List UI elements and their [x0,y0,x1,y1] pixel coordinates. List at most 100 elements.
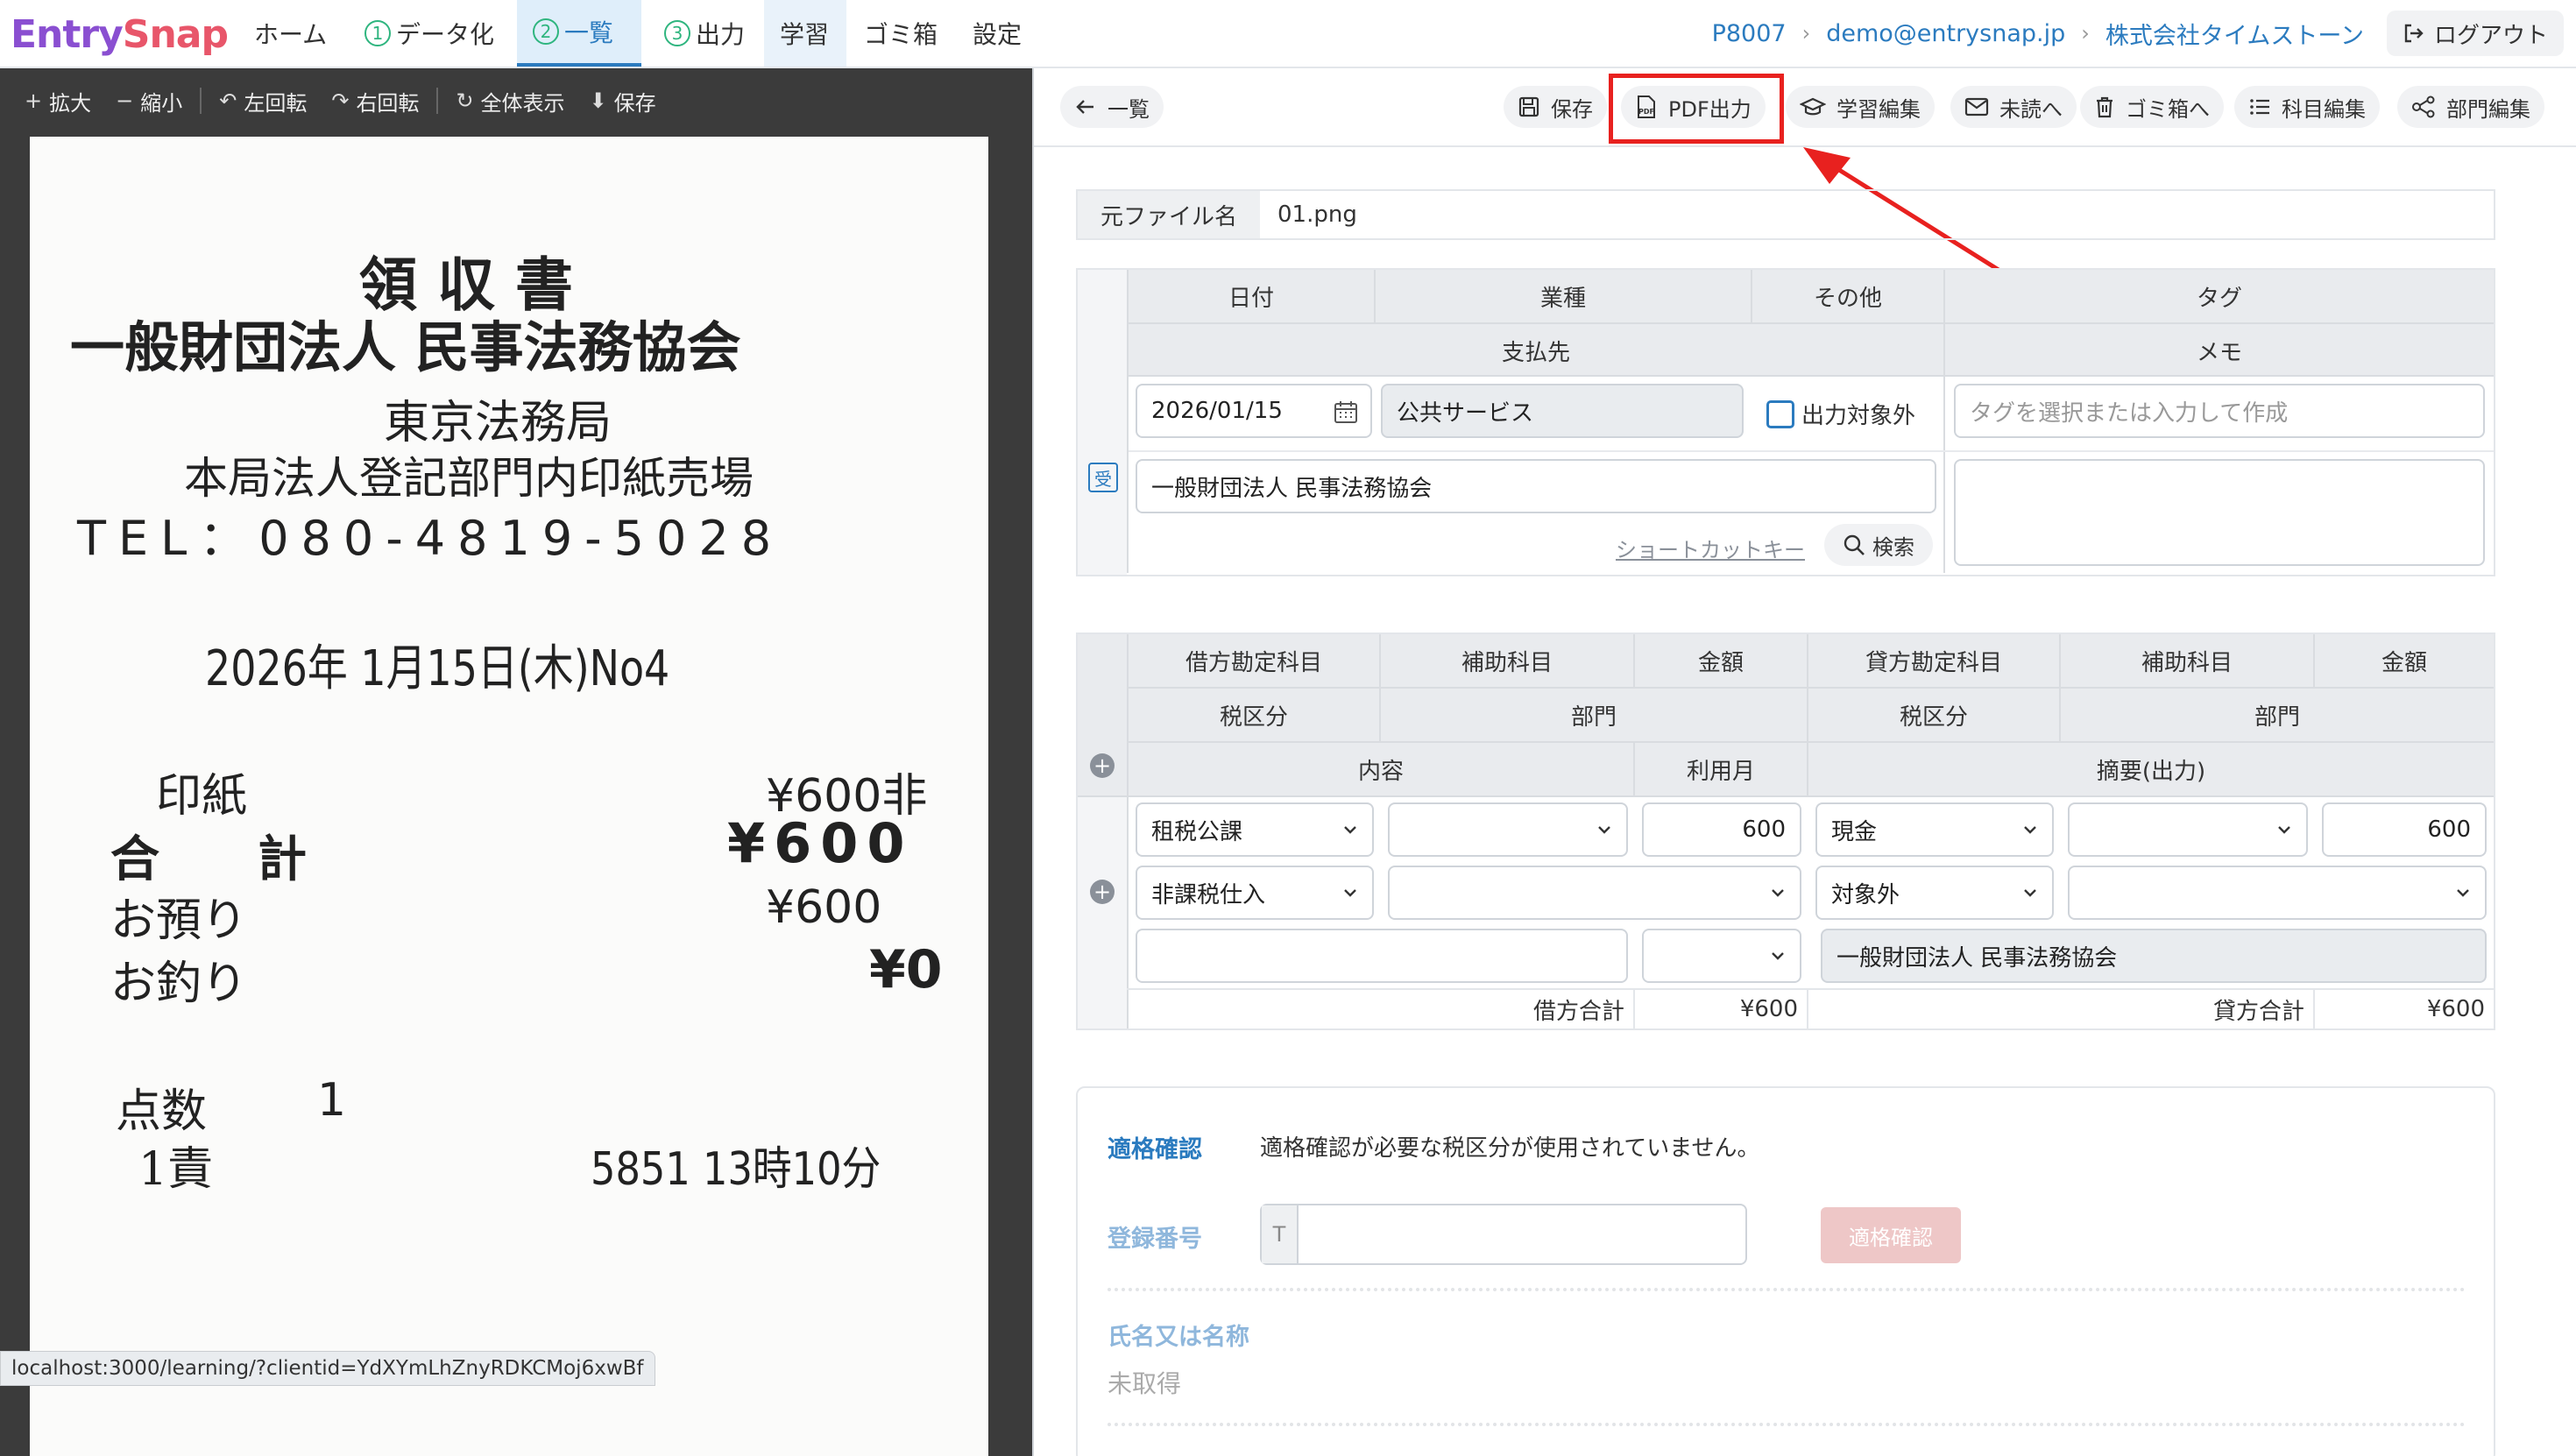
debit-account-select[interactable]: 租税公課 [1136,802,1374,857]
shortcut-key-link[interactable]: ショートカットキー [1616,533,1805,563]
refresh-icon: ↻ [456,88,474,113]
credit-amount-header: 金額 [2381,649,2427,676]
receipt-date: 2026年 1月15日(木)No4 [205,640,670,697]
hierarchy-icon [2412,95,2435,118]
department-edit-button[interactable]: 部門編集 [2397,86,2544,128]
rotate-left-label: 左回転 [244,90,308,116]
rotate-right-button[interactable]: ↷ 右回転 [319,79,431,123]
chevron-down-icon [1772,952,1784,960]
graduation-cap-icon [1800,97,1826,116]
brand-part-2: Snap [122,11,229,57]
usage-month-header: 利用月 [1686,758,1755,785]
exclude-output-checkbox[interactable]: 出力対象外 [1766,398,1915,430]
nav-settings[interactable]: 設定 [957,0,1037,67]
credit-account-select[interactable]: 現金 [1815,802,2054,857]
receipt-paid: ¥600 [766,881,882,934]
search-button[interactable]: 検索 [1824,524,1933,566]
zoom-in-button[interactable]: + 拡大 [12,79,103,123]
calendar-icon[interactable] [1334,399,1358,424]
viewer-toolbar: + 拡大 − 縮小 ↶ 左回転 ↷ 右回転 ↻ 全体表示 ⬇ 保存 [0,68,1032,133]
breadcrumb-client[interactable]: P8007 [1712,20,1787,47]
divider [1943,270,1945,573]
debit-amount-header: 金額 [1697,649,1744,676]
rotate-left-button[interactable]: ↶ 左回転 [207,79,319,123]
industry-field[interactable]: 公共サービス [1381,384,1744,438]
divider [1129,450,2494,452]
credit-account-value: 現金 [1831,818,1878,845]
debit-dept-header: 部門 [1570,703,1617,731]
nav-step2[interactable]: 2 一覧 [517,0,641,67]
credit-dept-select[interactable] [2068,866,2487,920]
debit-subaccount-select[interactable] [1388,802,1628,857]
zoom-out-button[interactable]: − 縮小 [103,79,195,123]
envelope-icon [1964,97,1989,117]
debit-amount-input[interactable]: 600 [1642,802,1801,857]
receipt-tel: TEL：080-4819-5028 [77,511,784,566]
receipt-viewer: + 拡大 − 縮小 ↶ 左回転 ↷ 右回転 ↻ 全体表示 ⬇ 保存 領 収 書 一般財団法人… [0,68,1032,1456]
payee-input[interactable]: 一般財団法人 民事法務協会 [1136,459,1936,513]
qualify-message: 適格確認が必要な税区分が使用されていません。 [1260,1135,1760,1162]
credit-tax-header: 税区分 [1899,703,1968,731]
credit-subaccount-header: 補助科目 [2141,649,2233,676]
nav-step2-label: 一覧 [564,18,614,47]
chevron-down-icon [2024,889,2036,897]
registration-number-input[interactable]: T [1260,1204,1747,1265]
qualify-check-button[interactable]: 適格確認 [1821,1207,1961,1263]
add-row-icon[interactable]: + [1090,880,1115,904]
search-label: 検索 [1872,534,1914,560]
credit-subaccount-select[interactable] [2068,802,2308,857]
credit-tax-select[interactable]: 対象外 [1815,866,2054,920]
status-url-bar: localhost:3000/learning/?clientid=YdXYmL… [0,1351,655,1386]
chevron-down-icon [1344,826,1356,834]
summary-output-field[interactable]: 一般財団法人 民事法務協会 [1821,929,2487,983]
debit-tax-select[interactable]: 非課税仕入 [1136,866,1374,920]
logout-button[interactable]: ログアウト [2386,11,2564,56]
credit-dept-header: 部門 [2254,703,2300,731]
nav-home[interactable]: ホーム [238,0,343,67]
usage-month-select[interactable] [1642,929,1801,983]
learning-edit-label: 学習編集 [1836,96,1921,122]
receipt-total-label: 合 計 [110,830,307,888]
save-button[interactable]: 保存 [1504,86,1607,128]
dotted-divider [1108,1288,2466,1291]
credit-account-header: 貸方勘定科目 [1865,649,2002,676]
tag-input[interactable]: タグを選択または入力して作成 [1954,384,2485,438]
account-edit-button[interactable]: 科目編集 [2234,86,2380,128]
credit-total-value: ¥600 [2426,996,2485,1022]
memo-textarea[interactable] [1954,459,2485,566]
learning-edit-button[interactable]: 学習編集 [1786,86,1935,128]
breadcrumb-company[interactable]: 株式会社タイムストーン [2105,17,2364,51]
receipt-image[interactable]: 領 収 書 一般財団法人 民事法務協会 東京法務局 本局法人登記部門内印紙売場 … [30,137,988,1456]
date-input[interactable]: 2026/01/15 [1136,384,1372,438]
content-input[interactable] [1136,929,1628,983]
memo-header: メモ [2196,339,2242,366]
debit-account-header: 借方勘定科目 [1185,649,1322,676]
fit-view-button[interactable]: ↻ 全体表示 [443,79,577,123]
move-to-trash-button[interactable]: ゴミ箱へ [2080,86,2224,128]
mark-unread-button[interactable]: 未読へ [1950,86,2077,128]
divider [1129,687,2494,689]
checkbox-box[interactable] [1766,399,1794,428]
breadcrumb-email[interactable]: demo@entrysnap.jp [1826,20,2065,47]
nav-step1[interactable]: 1 データ化 [349,0,510,67]
debit-dept-select[interactable] [1388,866,1801,920]
credit-amount-input[interactable]: 600 [2322,802,2487,857]
plus-icon: + [25,88,43,113]
exclude-output-label: 出力対象外 [1801,403,1916,429]
add-row-header-icon[interactable]: + [1090,753,1115,778]
nav-step3[interactable]: 3 出力 [648,0,761,67]
toolbar-divider [436,88,439,114]
divider [1945,322,2494,324]
brand-logo[interactable]: Entry Snap [11,7,229,61]
rotate-right-icon: ↷ [331,88,350,113]
back-label: 一覧 [1108,96,1150,122]
arrow-left-icon [1076,100,1093,114]
annotation-highlight-box [1609,74,1784,144]
viewer-save-button[interactable]: ⬇ 保存 [577,79,669,123]
list-icon [2250,99,2269,115]
nav-learning[interactable]: 学習 [764,0,846,67]
nav-trash[interactable]: ゴミ箱 [848,0,953,67]
name-value: 未取得 [1108,1369,1182,1398]
nav-step3-label: 出力 [696,20,746,49]
back-to-list-button[interactable]: 一覧 [1060,86,1164,128]
